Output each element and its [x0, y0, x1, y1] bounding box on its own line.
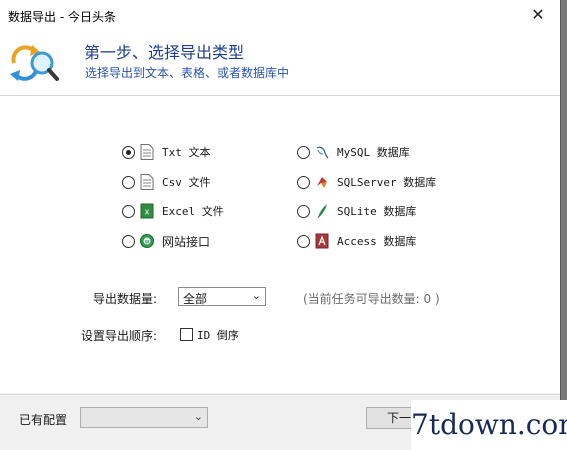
- site-watermark: 7tdown.com: [411, 400, 567, 450]
- quantity-hint: (当前任务可导出数量: 0 ): [303, 292, 440, 306]
- access-icon: [315, 233, 329, 249]
- option-csv[interactable]: Csv 文件: [122, 173, 211, 191]
- csv-file-icon: [140, 174, 154, 190]
- id-desc-checkbox[interactable]: [180, 328, 193, 341]
- close-icon[interactable]: ✕: [516, 0, 560, 31]
- text-file-icon: [140, 144, 154, 160]
- option-txt-label: Txt 文本: [162, 146, 211, 159]
- quantity-select-value: 全部: [183, 292, 208, 306]
- radio-access[interactable]: [297, 234, 310, 248]
- option-excel-label: Excel 文件: [162, 205, 224, 218]
- radio-mysql[interactable]: [297, 145, 310, 159]
- radio-txt[interactable]: [122, 145, 135, 159]
- option-sqlserver-label: SQLServer 数据库: [337, 176, 437, 189]
- chevron-down-icon: ⌄: [193, 410, 203, 423]
- radio-web-api[interactable]: [122, 234, 135, 248]
- option-excel[interactable]: x Excel 文件: [122, 202, 224, 220]
- step-title: 第一步、选择导出类型: [84, 43, 245, 62]
- web-api-icon: w: [140, 234, 154, 248]
- option-sqlite[interactable]: SQLite 数据库: [297, 202, 416, 220]
- id-desc-label: ID 倒序: [197, 329, 239, 342]
- option-access[interactable]: Access 数据库: [297, 232, 416, 250]
- option-web-api[interactable]: w 网站接口: [122, 232, 210, 250]
- radio-csv[interactable]: [122, 175, 135, 189]
- radio-sqlite[interactable]: [297, 204, 310, 218]
- chevron-down-icon: ⌄: [251, 289, 261, 302]
- config-label: 已有配置: [19, 413, 68, 427]
- option-csv-label: Csv 文件: [162, 176, 211, 189]
- order-label: 设置导出顺序:: [81, 329, 158, 343]
- export-type-panel: Txt 文本 Csv 文件 x Excel 文件 w 网站接口 MySQL 数据…: [0, 96, 560, 393]
- svg-text:x: x: [145, 207, 150, 217]
- step-subtitle: 选择导出到文本、表格、或者数据库中: [85, 66, 290, 80]
- sqlite-icon: [317, 204, 327, 219]
- mysql-icon: [316, 146, 329, 159]
- option-mysql-label: MySQL 数据库: [337, 146, 410, 159]
- step-header: 第一步、选择导出类型 选择导出到文本、表格、或者数据库中: [0, 31, 560, 96]
- sqlserver-icon: [317, 177, 327, 188]
- quantity-select[interactable]: 全部 ⌄: [178, 287, 266, 306]
- option-txt[interactable]: Txt 文本: [122, 143, 211, 161]
- export-dialog: 数据导出 - 今日头条 ✕ 第一步、选择导出类型 选择导出到文本、表格、或者数据…: [0, 0, 561, 450]
- radio-sqlserver[interactable]: [297, 175, 310, 189]
- radio-excel[interactable]: [122, 204, 135, 218]
- svg-text:w: w: [144, 240, 150, 246]
- title-bar: 数据导出 - 今日头条 ✕: [0, 0, 560, 31]
- option-mysql[interactable]: MySQL 数据库: [297, 143, 410, 161]
- excel-icon: x: [140, 203, 154, 219]
- export-search-icon: [10, 45, 59, 81]
- option-sqlite-label: SQLite 数据库: [337, 205, 417, 218]
- config-select[interactable]: ⌄: [80, 407, 208, 428]
- quantity-label: 导出数据量:: [93, 292, 158, 306]
- option-web-api-label: 网站接口: [162, 234, 211, 249]
- option-sqlserver[interactable]: SQLServer 数据库: [297, 173, 436, 191]
- option-access-label: Access 数据库: [337, 235, 417, 248]
- window-title: 数据导出 - 今日头条: [8, 10, 116, 24]
